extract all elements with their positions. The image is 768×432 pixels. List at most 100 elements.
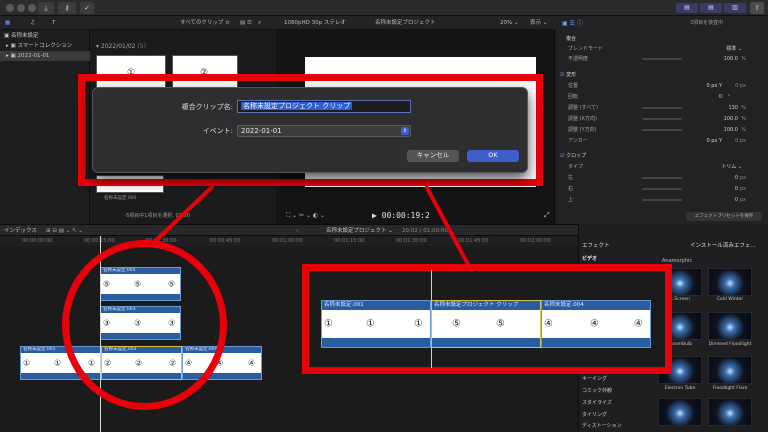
- crop-left-slider[interactable]: [642, 177, 682, 179]
- browser-toggle-button[interactable]: ▤: [676, 3, 698, 13]
- timeline-toolbar: インデックス ⊞ ⊟ ▤ ⌄ ↖ ⌄ ‹ 名称未設定プロジェクト ⌄ 20:02…: [0, 224, 578, 236]
- ok-button[interactable]: OK: [467, 150, 519, 162]
- selection-info: 6項目中1項目を選択, 01:30: [126, 213, 190, 219]
- effects-category[interactable]: スタイライズ: [582, 398, 652, 408]
- inspector-row[interactable]: 調整 (Y方向) 100.0%: [556, 125, 768, 135]
- inspector-row[interactable]: 位置 0 px Y0 px: [556, 81, 768, 91]
- inspector-section-transform[interactable]: ☑ 変形: [556, 70, 768, 80]
- effects-category-video[interactable]: ビデオ: [582, 254, 652, 264]
- view-dropdown[interactable]: 表示 ⌄: [530, 18, 547, 28]
- back-arrow-icon[interactable]: ‹: [296, 227, 298, 235]
- inspector-selection-count: 3項目を検査中: [690, 20, 724, 26]
- inspector-row[interactable]: 調整 (X方向) 100.0%: [556, 114, 768, 124]
- effect-tile-label: Cold Winter: [716, 297, 744, 302]
- minimize-window-button[interactable]: [17, 4, 25, 12]
- installed-effects-dropdown[interactable]: インストール済みエフェ…: [690, 241, 756, 249]
- chevron-updown-icon: ⇕: [401, 127, 409, 135]
- effects-category[interactable]: タイリング: [582, 410, 652, 420]
- ruler-tick: 00:00:00:00: [22, 238, 53, 244]
- scale-y-slider[interactable]: [642, 129, 682, 131]
- effects-category[interactable]: ディストーション: [582, 421, 652, 431]
- compound-name-input[interactable]: 名称未設定プロジェクト クリップ: [237, 100, 411, 113]
- effect-tile[interactable]: [658, 398, 702, 426]
- keyword-button[interactable]: ⚷: [58, 2, 76, 14]
- fullscreen-icon[interactable]: ⤢: [544, 211, 550, 220]
- import-button[interactable]: ⤓: [38, 2, 54, 14]
- ruler-tick: 00:02:00:00: [520, 238, 551, 244]
- download-icon: ⤓: [44, 4, 48, 12]
- index-button[interactable]: インデックス: [4, 227, 37, 235]
- share-button[interactable]: ⇧: [750, 2, 764, 14]
- sidebar-item-label: スマートコレクション: [17, 43, 73, 49]
- sidebar-item-smart-collections[interactable]: ▸ ▣ スマートコレクション: [0, 41, 90, 51]
- library-icon: ▣: [4, 33, 10, 39]
- share-icon: ⇧: [754, 4, 760, 12]
- ruler-tick: 00:00:45:00: [210, 238, 241, 244]
- ruler-tick: 00:01:00:00: [272, 238, 303, 244]
- disclosure-triangle-icon: ▸ ▣: [6, 53, 16, 59]
- zoom-clip[interactable]: 名称未設定.001 ①①①: [321, 300, 431, 348]
- viewer-format-label: 1080pHD 30p ステレオ: [284, 20, 346, 26]
- checkbox-icon: ☑: [560, 153, 565, 159]
- inspector-row[interactable]: 右 0 px: [556, 184, 768, 194]
- inspector-toggle-button[interactable]: ▥: [724, 3, 746, 13]
- zoom-window-button[interactable]: [28, 4, 36, 12]
- date-group-header[interactable]: ▾ 2022/01/02 (5): [96, 43, 146, 50]
- scale-x-slider[interactable]: [642, 118, 682, 120]
- inspector-tab-icons[interactable]: ▣ ☰ ⓘ: [562, 18, 583, 27]
- clip-filter-dropdown[interactable]: すべてのクリップ ≎: [180, 18, 230, 28]
- effects-title: エフェクト: [582, 243, 610, 249]
- effect-tile-label: Dimmed Floodlight: [708, 342, 752, 347]
- effect-tile[interactable]: [708, 312, 752, 340]
- effect-tile[interactable]: [708, 356, 752, 384]
- crop-top-slider[interactable]: [642, 199, 682, 201]
- save-effect-preset-button[interactable]: エフェクトプリセットを保存: [686, 212, 762, 221]
- ruler-tick: 00:01:15:00: [334, 238, 365, 244]
- inspector-row[interactable]: 上 0 px: [556, 195, 768, 205]
- timeline-duration: 20:02 / 01:00:00: [402, 228, 448, 234]
- event-select[interactable]: 2022-01-01 ⇕: [237, 125, 411, 137]
- timecode-display: 00:00:19:2: [381, 211, 430, 220]
- zoom-compound-clip[interactable]: 名称未設定プロジェクト クリップ ⑤⑤: [431, 300, 541, 348]
- close-window-button[interactable]: [6, 4, 14, 12]
- inspector-row[interactable]: 左 0 px: [556, 173, 768, 183]
- inspector-row[interactable]: 調整 (すべて) 130%: [556, 103, 768, 113]
- compound-name-label: 複合クリップ名:: [181, 103, 233, 111]
- effects-category[interactable]: キーイング: [582, 374, 652, 384]
- inspector-row[interactable]: 回転 0 °: [556, 92, 768, 102]
- play-timecode[interactable]: ▶ 00:00:19:2: [372, 211, 430, 220]
- sidebar-item-event[interactable]: ▸ ▣ 2022-01-01: [0, 51, 90, 61]
- event-label: イベント:: [202, 127, 233, 135]
- inspector-row[interactable]: ブレンドモード 標準 ⌄: [556, 44, 768, 54]
- libraries-icon[interactable]: ▦: [5, 18, 10, 28]
- inspector-section-compositing[interactable]: 複合: [556, 34, 768, 44]
- library-name: 名称未設定: [10, 33, 39, 39]
- check-icon: ✓: [84, 4, 90, 12]
- photos-icon[interactable]: ♫: [30, 18, 35, 28]
- zoom-dropdown[interactable]: 20% ⌄: [500, 18, 519, 28]
- effect-tile[interactable]: [708, 268, 752, 296]
- transform-tools-icon[interactable]: ⛶ ⌄ ✂ ⌄ ◐ ⌄: [286, 212, 325, 220]
- zoom-clip[interactable]: 名称未設定.004 ④④④: [541, 300, 651, 348]
- browser-clip-caption: 名称未設定.005: [104, 196, 137, 201]
- inspector-row[interactable]: 不透明度 100.0%: [556, 54, 768, 64]
- scale-slider[interactable]: [642, 107, 682, 109]
- append-tools-icon[interactable]: ⊞ ⊟ ▤ ⌄ ↖ ⌄: [46, 227, 83, 235]
- timeline-toggle-button[interactable]: ▤: [700, 3, 722, 13]
- annotation-circle: [62, 240, 227, 410]
- crop-right-slider[interactable]: [642, 188, 682, 190]
- inspector-row[interactable]: アンカー 0 px Y0 px: [556, 136, 768, 146]
- inspector-section-crop[interactable]: ☑ クロップ: [556, 151, 768, 161]
- opacity-slider[interactable]: [642, 58, 682, 60]
- list-view-icon[interactable]: ▤ ☰: [240, 18, 252, 28]
- background-tasks-button[interactable]: ✓: [80, 2, 94, 14]
- effect-tile[interactable]: [708, 398, 752, 426]
- timeline-ruler[interactable]: 00:00:00:00 00:00:15:00 00:00:30:00 00:0…: [0, 236, 578, 246]
- search-icon[interactable]: ⌕: [258, 18, 261, 28]
- effects-category[interactable]: コミック外観: [582, 386, 652, 396]
- library-row[interactable]: ▣ 名称未設定: [0, 31, 90, 41]
- timeline-project-title[interactable]: 名称未設定プロジェクト ⌄: [326, 227, 393, 235]
- inspector-row[interactable]: タイプ トリム ⌄: [556, 162, 768, 172]
- cancel-button[interactable]: キャンセル: [407, 150, 459, 162]
- titles-icon[interactable]: T: [52, 18, 55, 28]
